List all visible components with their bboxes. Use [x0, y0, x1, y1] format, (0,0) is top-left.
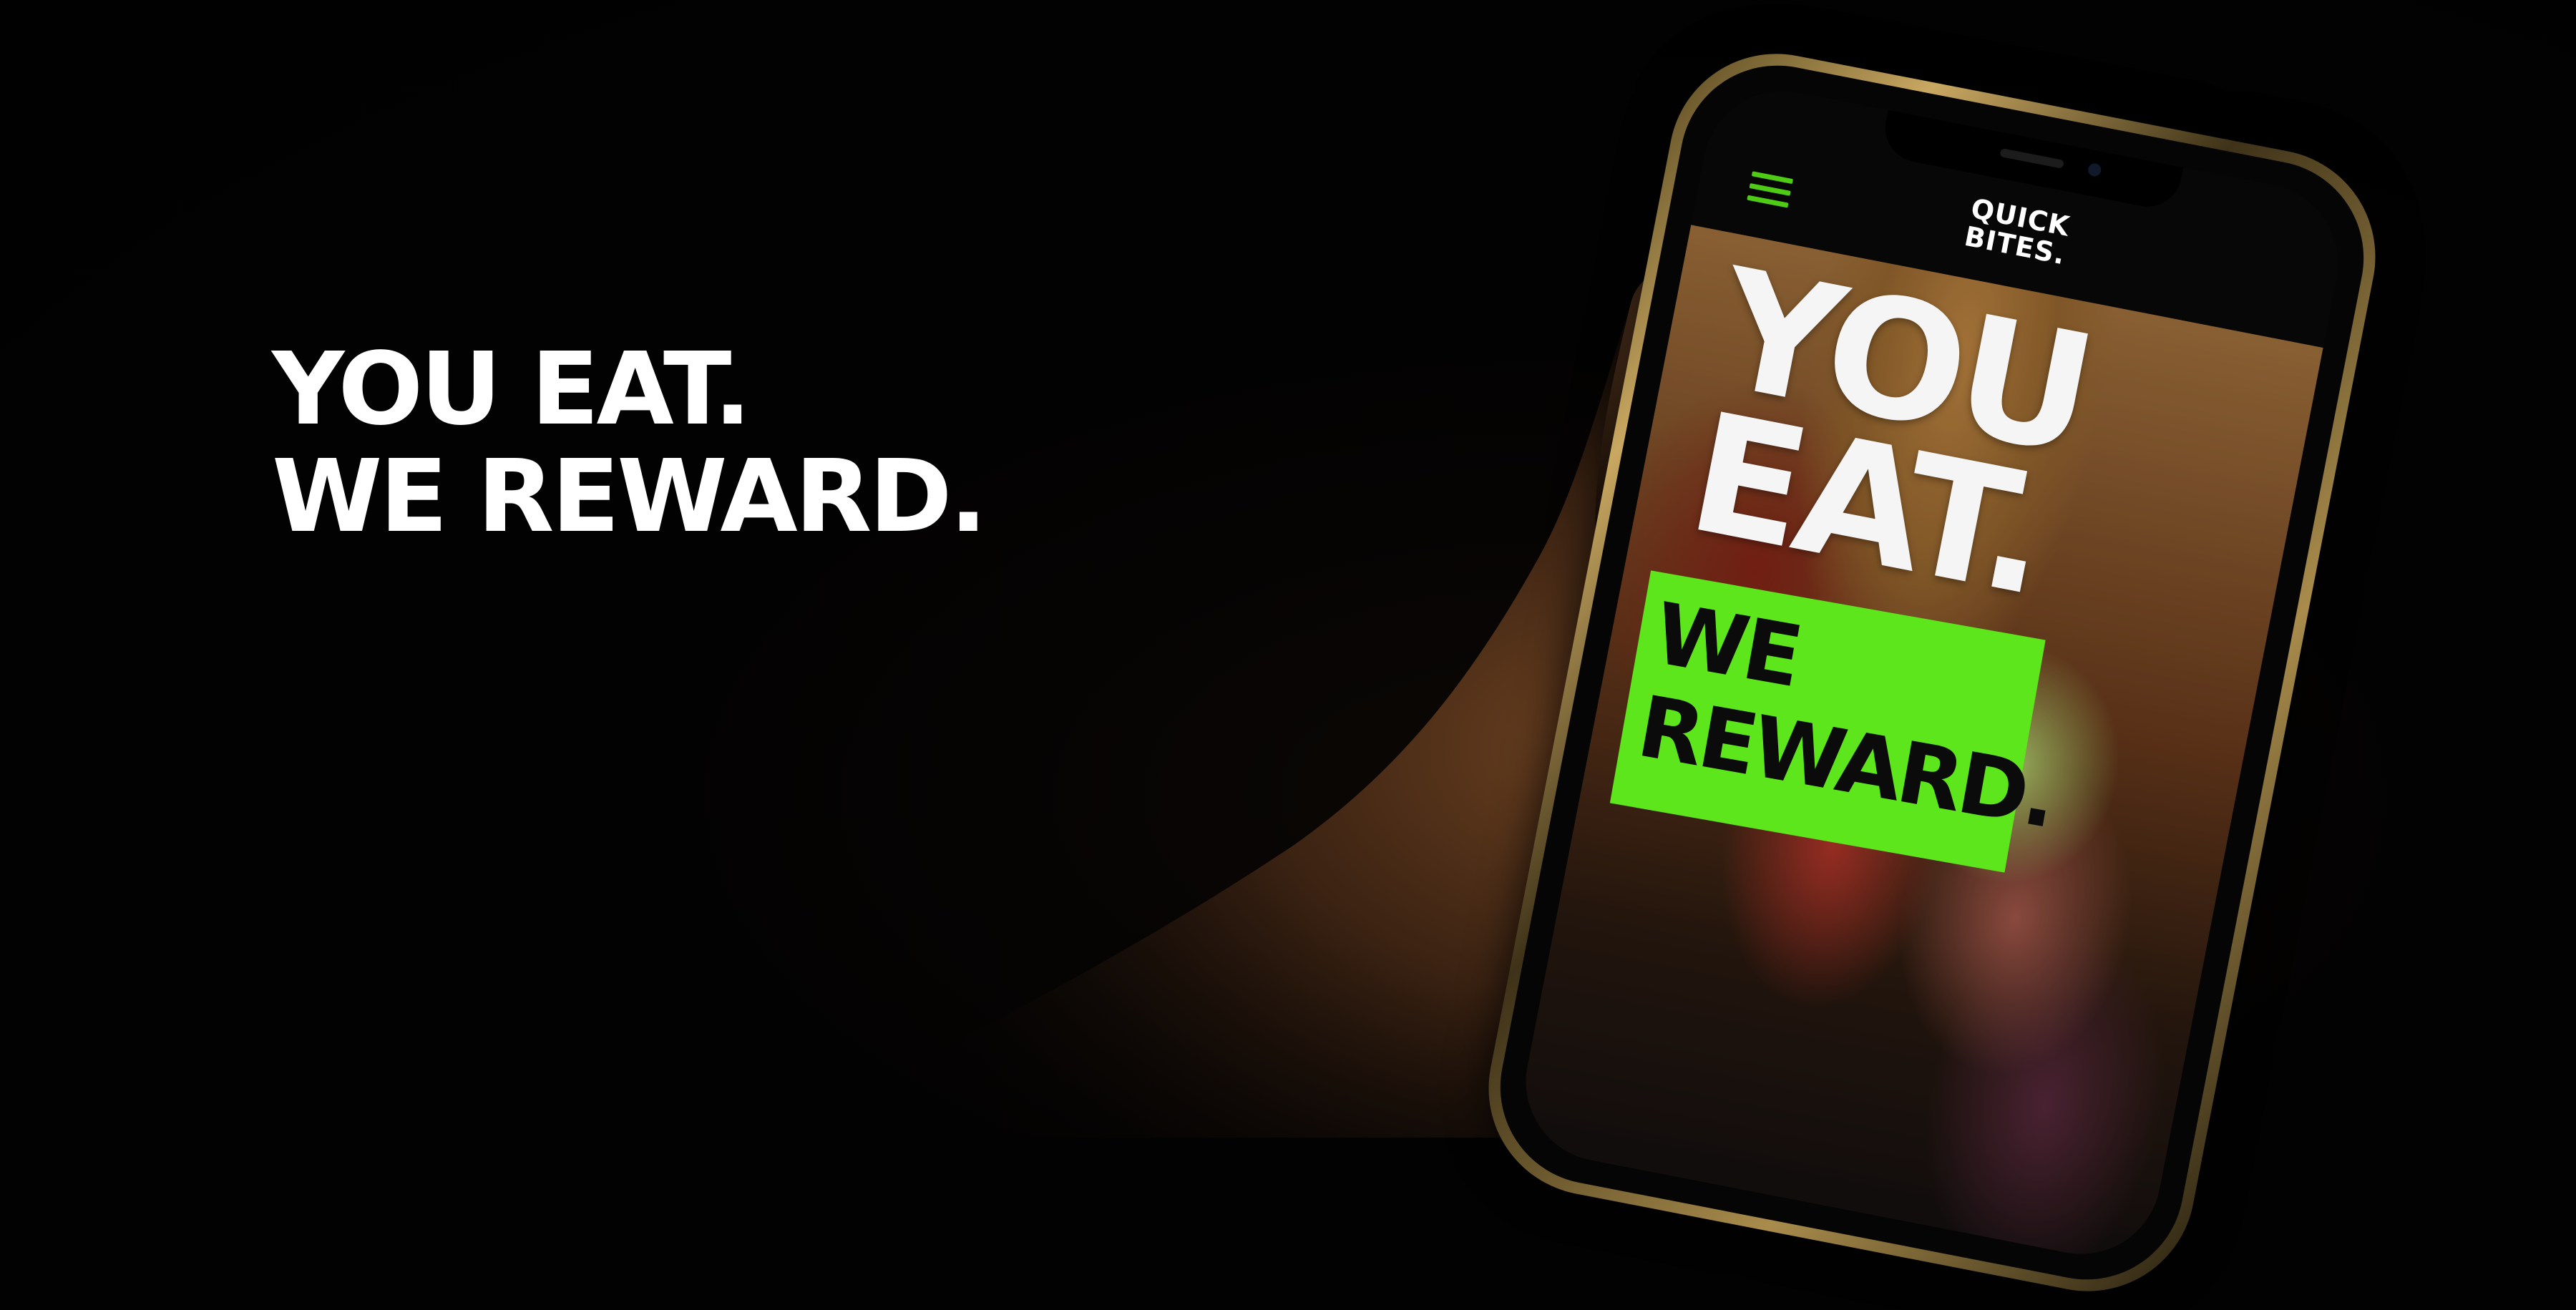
app-hero-headline: YOU EAT.	[1676, 234, 2103, 633]
speaker-grille	[1999, 147, 2064, 169]
front-camera-icon	[2087, 162, 2102, 178]
app-logo[interactable]: QUICK BITES.	[1962, 192, 2073, 270]
hero-section: YOU EAT. WE REWARD. QUICK BITES. YOU EAT…	[0, 0, 2576, 1310]
phone-bezel: QUICK BITES. YOU EAT. WE REWARD.	[1483, 49, 2381, 1296]
smartphone: QUICK BITES. YOU EAT. WE REWARD.	[1470, 35, 2394, 1310]
phone-screen: QUICK BITES. YOU EAT. WE REWARD.	[1512, 77, 2352, 1268]
hamburger-menu-icon[interactable]	[1747, 171, 1794, 208]
